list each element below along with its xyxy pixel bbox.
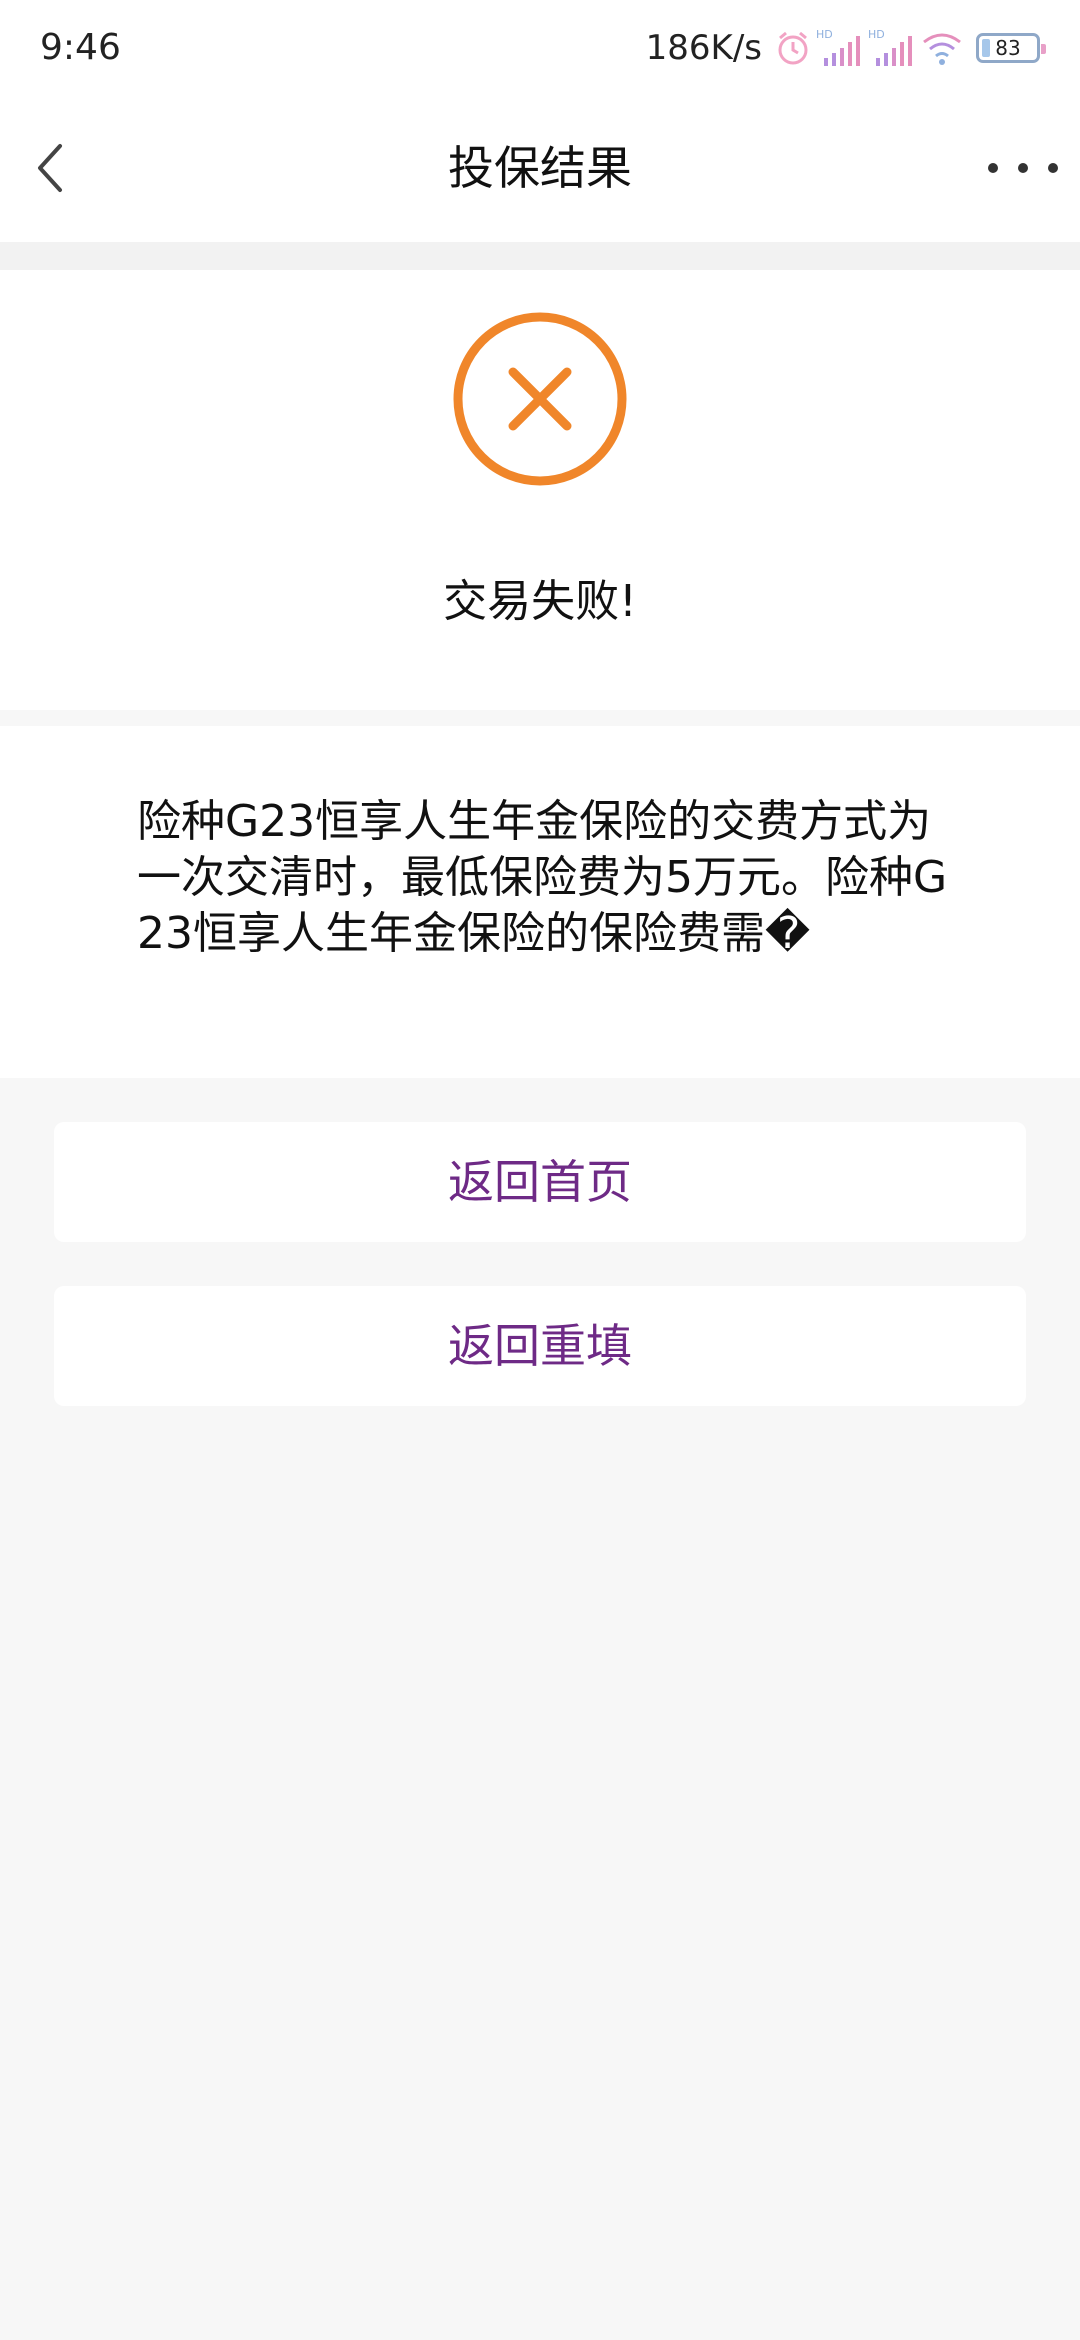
result-card: 交易失败! [0,270,1080,710]
svg-text:HD: HD [868,28,885,41]
more-button[interactable] [988,146,1058,190]
more-dot [1048,163,1058,173]
battery-icon: 83 [976,33,1046,63]
svg-text:HD: HD [816,28,833,41]
page-title: 投保结果 [448,141,632,195]
wifi-icon [923,33,961,65]
hd-signal-icon: HD [868,28,912,66]
more-dot [988,163,998,173]
hd-signal-icon: HD [816,28,860,66]
status-icons: 186K/s HD HD 83 [645,24,1046,72]
fail-circle-x-icon [453,312,627,486]
error-message-text: 险种G23恒享人生年金保险的交费方式为一次交清时，最低保险费为5万元。险种G23… [137,796,948,959]
status-time: 9:46 [40,27,121,68]
network-speed: 186K/s [645,28,762,68]
more-dot [1018,163,1028,173]
status-bar: 9:46 186K/s HD HD 83 [0,0,1080,96]
section-divider [0,242,1080,270]
navigation-bar: 投保结果 [0,96,1080,242]
return-refill-button[interactable]: 返回重填 [54,1286,1026,1406]
error-message-card: 险种G23恒享人生年金保险的交费方式为一次交清时，最低保险费为5万元。险种G23… [0,726,1080,1078]
return-home-button[interactable]: 返回首页 [54,1122,1026,1242]
alarm-icon [778,31,808,65]
battery-level: 83 [995,36,1021,60]
result-status-text: 交易失败! [443,576,637,627]
